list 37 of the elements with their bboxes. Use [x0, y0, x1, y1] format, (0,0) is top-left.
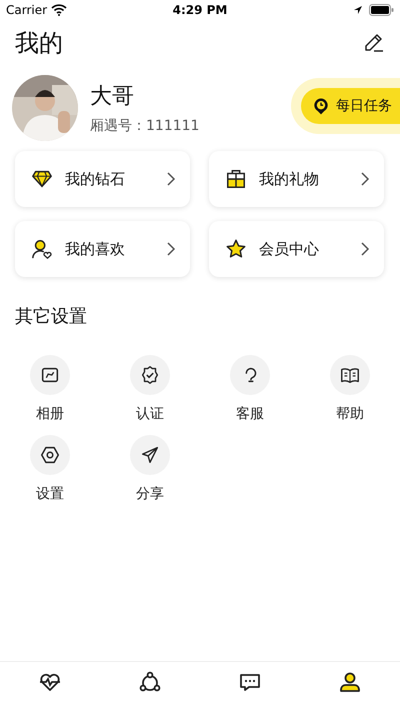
battery-icon — [369, 4, 394, 16]
carrier-label: Carrier — [6, 3, 48, 17]
menu-card[interactable]: 我的喜欢 — [15, 221, 190, 277]
diamond-icon — [31, 168, 53, 190]
menu-card[interactable]: 会员中心 — [209, 221, 384, 277]
wifi-icon — [51, 4, 68, 16]
menu-card[interactable]: 我的礼物 — [209, 151, 384, 207]
card-label: 我的礼物 — [259, 170, 320, 188]
user-id: 厢遇号：111111 — [90, 117, 200, 135]
person-icon — [338, 670, 362, 694]
settings-item[interactable]: 相册 — [0, 355, 100, 423]
badge-check-icon — [139, 364, 161, 386]
settings-item[interactable]: 帮助 — [300, 355, 400, 423]
user-name: 大哥 — [90, 83, 135, 111]
person-heart-icon — [31, 238, 53, 260]
gift-icon — [225, 168, 247, 190]
settings-item[interactable]: 分享 — [100, 435, 200, 503]
network-icon — [138, 670, 162, 694]
chevron-right-icon — [166, 241, 176, 257]
card-label: 我的喜欢 — [65, 240, 126, 258]
paper-plane-icon — [139, 444, 161, 466]
clock-time: 4:29 PM — [172, 3, 228, 17]
menu-card[interactable]: 我的钻石 — [15, 151, 190, 207]
settings-item[interactable]: 客服 — [200, 355, 300, 423]
settings-item[interactable]: 认证 — [100, 355, 200, 423]
chevron-right-icon — [360, 241, 370, 257]
chevron-right-icon — [166, 171, 176, 187]
location-arrow-icon — [353, 5, 363, 15]
chevron-right-icon — [360, 171, 370, 187]
section-title: 其它设置 — [15, 305, 88, 328]
star-icon — [225, 238, 247, 260]
daily-task-button[interactable]: 每日任务 — [301, 88, 400, 124]
settings-item[interactable]: 设置 — [0, 435, 100, 503]
card-label: 我的钻石 — [65, 170, 126, 188]
card-label: 会员中心 — [259, 240, 320, 258]
hexagon-icon — [39, 444, 61, 466]
page-title: 我的 — [15, 28, 63, 59]
